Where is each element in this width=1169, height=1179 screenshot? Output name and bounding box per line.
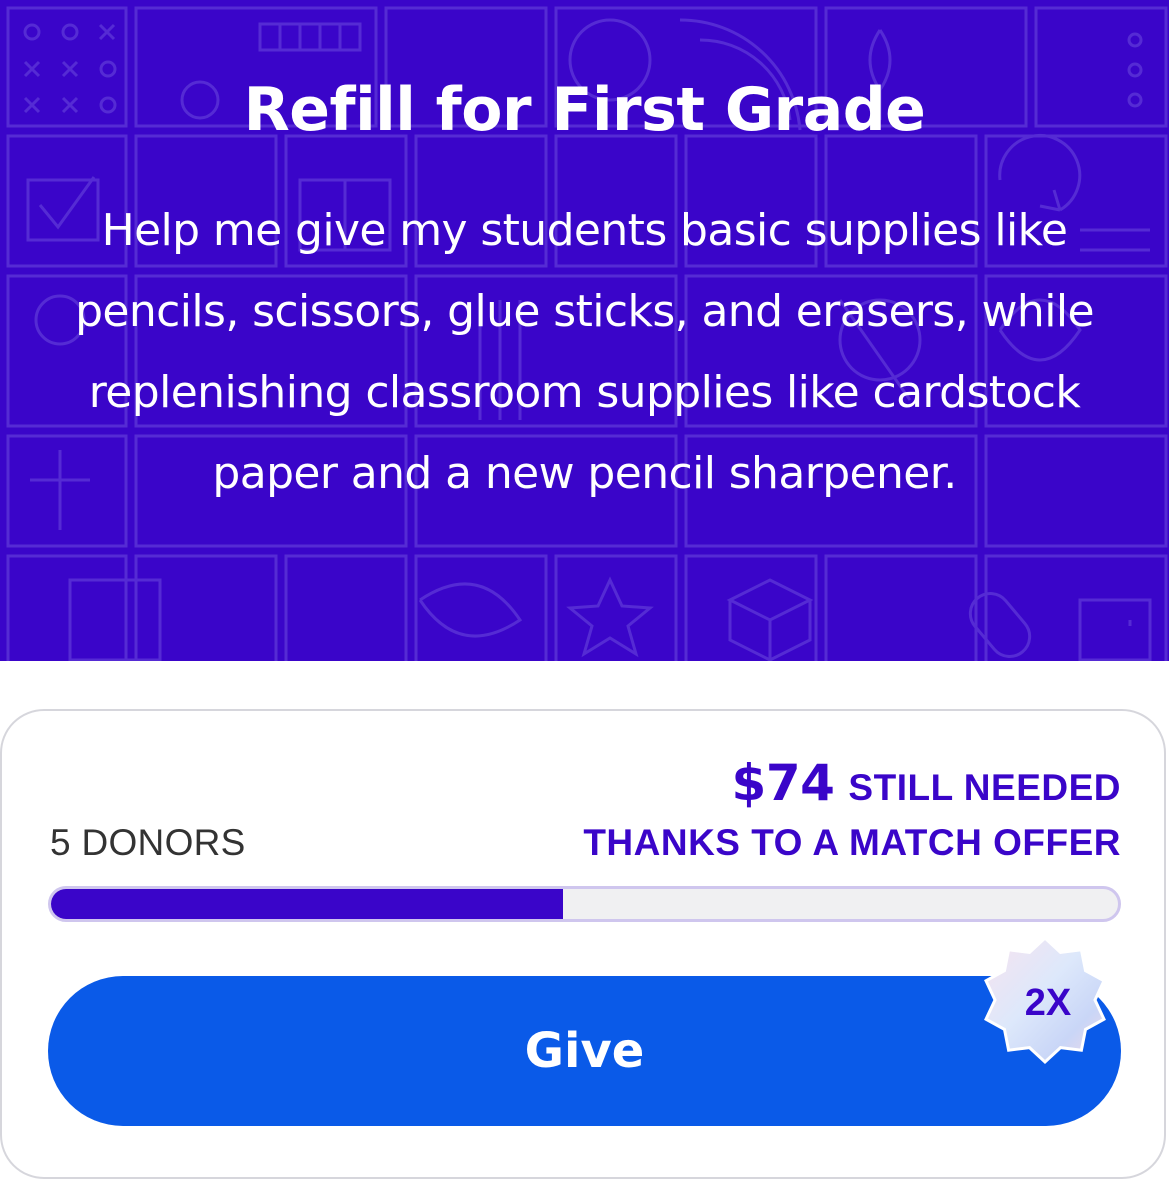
project-hero: Refill for First Grade Help me give my s… [0, 0, 1169, 661]
funding-progress-fill [51, 889, 564, 919]
donor-count: 5 DONORS [50, 822, 246, 863]
project-description: Help me give my students basic supplies … [75, 205, 1094, 499]
funding-progress-bar [48, 886, 1121, 922]
amount-needed: $74 [731, 754, 835, 812]
give-button[interactable]: Give [48, 976, 1121, 1126]
match-multiplier-badge: 2X [1024, 982, 1072, 1024]
still-needed-label: STILL NEEDED [848, 767, 1121, 808]
give-button-label: Give [524, 1023, 645, 1079]
still-needed-summary: $74 STILL NEEDED [732, 754, 1121, 812]
project-title: Refill for First Grade [243, 75, 926, 145]
match-offer-label: THANKS TO A MATCH OFFER [583, 822, 1121, 863]
